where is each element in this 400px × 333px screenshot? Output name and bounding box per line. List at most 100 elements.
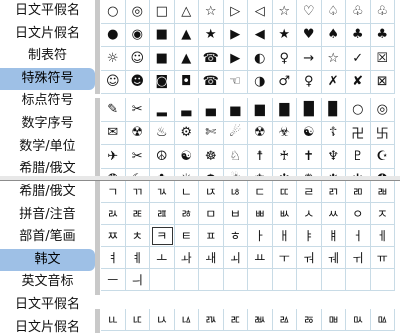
symbol-cell[interactable]: ✗ <box>321 70 346 94</box>
symbol-cell[interactable] <box>174 269 199 291</box>
symbol-cell[interactable]: ㅉ <box>101 225 126 247</box>
symbol-cell[interactable]: ㅘ <box>174 247 199 269</box>
symbol-cell[interactable]: ☎ <box>199 47 224 71</box>
symbol-cell[interactable]: ♡ <box>297 0 322 24</box>
symbol-cell[interactable]: ㅯ <box>346 309 371 331</box>
symbol-cell[interactable]: ✺ <box>297 168 322 176</box>
symbol-cell[interactable]: ✘ <box>346 70 371 94</box>
symbol-cell[interactable]: █ <box>297 98 322 122</box>
sidebar-item[interactable]: 特殊符号 <box>0 67 95 91</box>
symbol-cell[interactable]: ㅓ <box>346 225 371 247</box>
symbol-cell[interactable]: ✂ <box>125 145 150 169</box>
sidebar-item[interactable]: 日文平假名 <box>0 294 95 317</box>
symbol-cell[interactable]: ☣ <box>272 121 297 145</box>
symbol-cell[interactable]: ㄱ <box>101 181 126 203</box>
sidebar-item[interactable]: 制表符 <box>0 45 95 68</box>
sidebar-item[interactable]: 日文平假名 <box>0 0 95 23</box>
symbol-cell[interactable]: ㄾ <box>125 203 150 225</box>
symbol-cell[interactable]: ㄻ <box>346 181 371 203</box>
symbol-cell[interactable]: ㅠ <box>370 247 395 269</box>
symbol-cell[interactable]: ㄺ <box>321 181 346 203</box>
symbol-cell[interactable]: ♀ <box>297 70 322 94</box>
symbol-cell[interactable]: ♂ <box>272 70 297 94</box>
symbol-cell[interactable]: ♧ <box>370 0 395 24</box>
symbol-cell[interactable]: ♘ <box>223 145 248 169</box>
symbol-cell[interactable]: → <box>297 47 322 71</box>
symbol-cell[interactable]: ▃ <box>174 98 199 122</box>
symbol-cell[interactable] <box>199 269 224 291</box>
symbol-cell[interactable] <box>272 269 297 291</box>
symbol-cell[interactable]: ✿ <box>150 168 175 176</box>
symbol-cell[interactable]: ❄ <box>248 168 273 176</box>
symbol-cell[interactable]: ☜ <box>223 70 248 94</box>
sidebar-item[interactable]: 日文片假名 <box>0 317 95 333</box>
symbol-cell[interactable]: ㅭ <box>297 309 322 331</box>
sidebar-item[interactable]: 拼音/注音 <box>0 204 95 227</box>
symbol-cell[interactable]: ㅥ <box>101 309 126 331</box>
symbol-cell[interactable]: ♣ <box>346 23 371 47</box>
symbol-cell[interactable]: ㅮ <box>321 309 346 331</box>
symbol-cell[interactable]: ✂ <box>125 98 150 122</box>
symbol-cell[interactable]: ▉ <box>321 98 346 122</box>
symbol-cell[interactable]: ㅛ <box>248 247 273 269</box>
sidebar-item[interactable]: 英文音标 <box>0 271 95 294</box>
symbol-cell[interactable]: ⊠ <box>370 70 395 94</box>
symbol-cell[interactable]: ◀ <box>248 23 273 47</box>
symbol-cell[interactable]: ▄ <box>199 98 224 122</box>
symbol-cell[interactable]: ㅀ <box>174 203 199 225</box>
symbol-cell[interactable] <box>248 269 273 291</box>
symbol-cell[interactable]: ✈ <box>101 145 126 169</box>
symbol-cell[interactable]: ㅎ <box>223 225 248 247</box>
symbol-cell[interactable]: ☯ <box>297 121 322 145</box>
symbol-cell[interactable]: ㅐ <box>272 225 297 247</box>
symbol-cell[interactable]: ♤ <box>321 0 346 24</box>
symbol-cell[interactable]: ☪ <box>370 145 395 169</box>
symbol-cell[interactable]: ♰ <box>272 145 297 169</box>
symbol-cell[interactable]: ✓ <box>346 47 371 71</box>
symbol-cell[interactable]: ▅ <box>223 98 248 122</box>
symbol-cell[interactable]: ♧ <box>346 0 371 24</box>
symbol-cell[interactable]: ☦ <box>321 121 346 145</box>
symbol-cell[interactable]: 卐 <box>370 121 395 145</box>
symbol-cell[interactable]: ㅇ <box>346 203 371 225</box>
symbol-cell[interactable]: ㅖ <box>125 247 150 269</box>
symbol-cell[interactable] <box>370 269 395 291</box>
sidebar-item[interactable]: 标点符号 <box>0 90 95 113</box>
symbol-cell[interactable]: ㄲ <box>125 181 150 203</box>
symbol-cell[interactable]: ㅧ <box>150 309 175 331</box>
symbol-cell[interactable]: ☃ <box>224 168 248 176</box>
sidebar-item[interactable]: 数字序号 <box>0 113 95 136</box>
symbol-cell[interactable]: ㅦ <box>125 309 150 331</box>
symbol-cell[interactable]: ✄ <box>199 121 224 145</box>
symbol-cell[interactable]: ㄸ <box>272 181 297 203</box>
symbol-cell[interactable]: ☄ <box>223 121 248 145</box>
sidebar-item[interactable]: 希腊/俄文 <box>0 158 95 176</box>
symbol-cell[interactable]: ㅪ <box>223 309 248 331</box>
symbol-cell[interactable]: ☒ <box>370 47 395 71</box>
symbol-cell[interactable]: ◎ <box>370 98 395 122</box>
symbol-cell[interactable]: ㅜ <box>272 247 297 269</box>
symbol-cell[interactable]: ㅋ <box>150 225 175 247</box>
symbol-cell[interactable]: ⚙ <box>174 121 199 145</box>
symbol-cell[interactable]: ❂ <box>101 168 126 176</box>
symbol-cell[interactable]: ㄵ <box>199 181 224 203</box>
sidebar-item[interactable]: 部首/笔画 <box>0 226 95 249</box>
symbol-cell[interactable]: ㅡ <box>101 269 126 291</box>
symbol-cell[interactable]: ☆ <box>199 0 224 24</box>
symbol-cell[interactable]: ㅢ <box>125 269 150 291</box>
symbol-cell[interactable]: ○ <box>346 98 371 122</box>
symbol-cell[interactable]: ◐ <box>248 47 273 71</box>
symbol-cell[interactable]: ♠ <box>321 23 346 47</box>
symbol-cell[interactable]: ㅫ <box>248 309 273 331</box>
symbol-cell[interactable]: ㅅ <box>297 203 322 225</box>
symbol-cell[interactable]: ♆ <box>321 145 346 169</box>
symbol-cell[interactable]: ◙ <box>150 70 175 94</box>
symbol-cell[interactable]: ☮ <box>150 145 175 169</box>
symbol-cell[interactable]: ㅆ <box>321 203 346 225</box>
symbol-cell[interactable] <box>223 269 248 291</box>
symbol-cell[interactable]: ☀ <box>175 168 199 176</box>
symbol-cell[interactable]: ☻ <box>125 70 150 94</box>
symbol-cell[interactable]: ♣ <box>370 23 395 47</box>
symbol-cell[interactable]: ㅂ <box>223 203 248 225</box>
symbol-cell[interactable]: ✝ <box>297 145 322 169</box>
